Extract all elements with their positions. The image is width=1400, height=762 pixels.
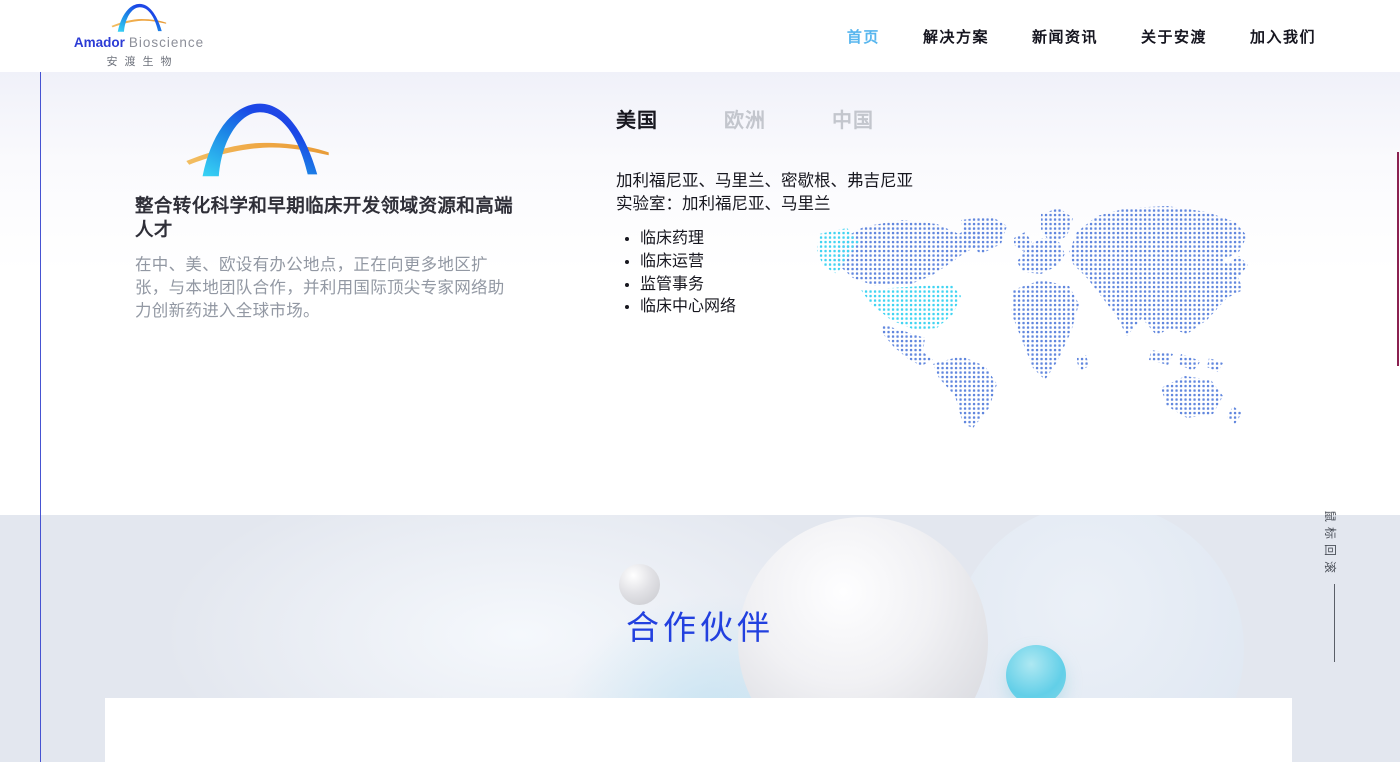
partners-section: 合作伙伴 [0,515,1400,762]
brand-name-cn: 安渡生物 [100,53,179,69]
top-header: Amador Bioscience 安渡生物 首页 解决方案 新闻资讯 关于安渡 … [0,0,1400,72]
brand-name-primary: Amador [74,35,125,50]
nav-item-about[interactable]: 关于安渡 [1141,26,1207,47]
service-item: 监管事务 [640,274,736,297]
hero-title: 整合转化科学和早期临床开发领域资源和高端人才 [135,194,515,243]
region-locations: 加利福尼亚、马里兰、密歇根、弗吉尼亚 实验室：加利福尼亚、马里兰 [616,170,913,216]
dotted-world-map [815,200,1255,432]
regions-panel: 美国 欧洲 中国 加利福尼亚、马里兰、密歇根、弗吉尼亚 实验室：加利福尼亚、马里… [616,104,1256,484]
tab-europe[interactable]: 欧洲 [724,104,766,133]
hero-section: 整合转化科学和早期临床开发领域资源和高端人才 在中、美、欧设有办公地点，正在向更… [0,72,1400,515]
tab-china[interactable]: 中国 [832,104,874,133]
main-nav: 首页 解决方案 新闻资讯 关于安渡 加入我们 [847,0,1316,72]
scroll-hint-line [1334,584,1335,662]
service-item: 临床药理 [640,228,736,251]
tab-usa[interactable]: 美国 [616,104,658,133]
brand-name-en: Amador Bioscience [74,35,204,50]
services-list: 临床药理 临床运营 监管事务 临床中心网络 [640,228,736,319]
partners-title: 合作伙伴 [0,515,1400,649]
nav-item-join-us[interactable]: 加入我们 [1250,26,1316,47]
arch-swoosh-logo-icon [110,1,168,34]
brand-name-secondary: Bioscience [129,35,204,50]
nav-item-news[interactable]: 新闻资讯 [1032,26,1098,47]
hero-description: 在中、美、欧设有办公地点，正在向更多地区扩张，与本地团队合作，并利用国际顶尖专家… [135,254,513,323]
hero-arch-logo-icon [182,96,334,182]
brand-logo[interactable]: Amador Bioscience 安渡生物 [76,1,202,69]
scroll-hint-label: 鼠标回滚 [1322,510,1339,578]
left-accent-rule [40,72,41,762]
region-tabs: 美国 欧洲 中国 [616,104,874,133]
service-item: 临床运营 [640,251,736,274]
locations-line2: 实验室：加利福尼亚、马里兰 [616,193,913,216]
service-item: 临床中心网络 [640,296,736,319]
decor-sphere-cyan [1006,645,1066,705]
nav-item-home[interactable]: 首页 [847,26,880,47]
partners-content-panel [105,698,1292,762]
scrollbar-thumb[interactable] [1397,152,1399,366]
nav-item-solutions[interactable]: 解决方案 [923,26,989,47]
locations-line1: 加利福尼亚、马里兰、密歇根、弗吉尼亚 [616,170,913,193]
